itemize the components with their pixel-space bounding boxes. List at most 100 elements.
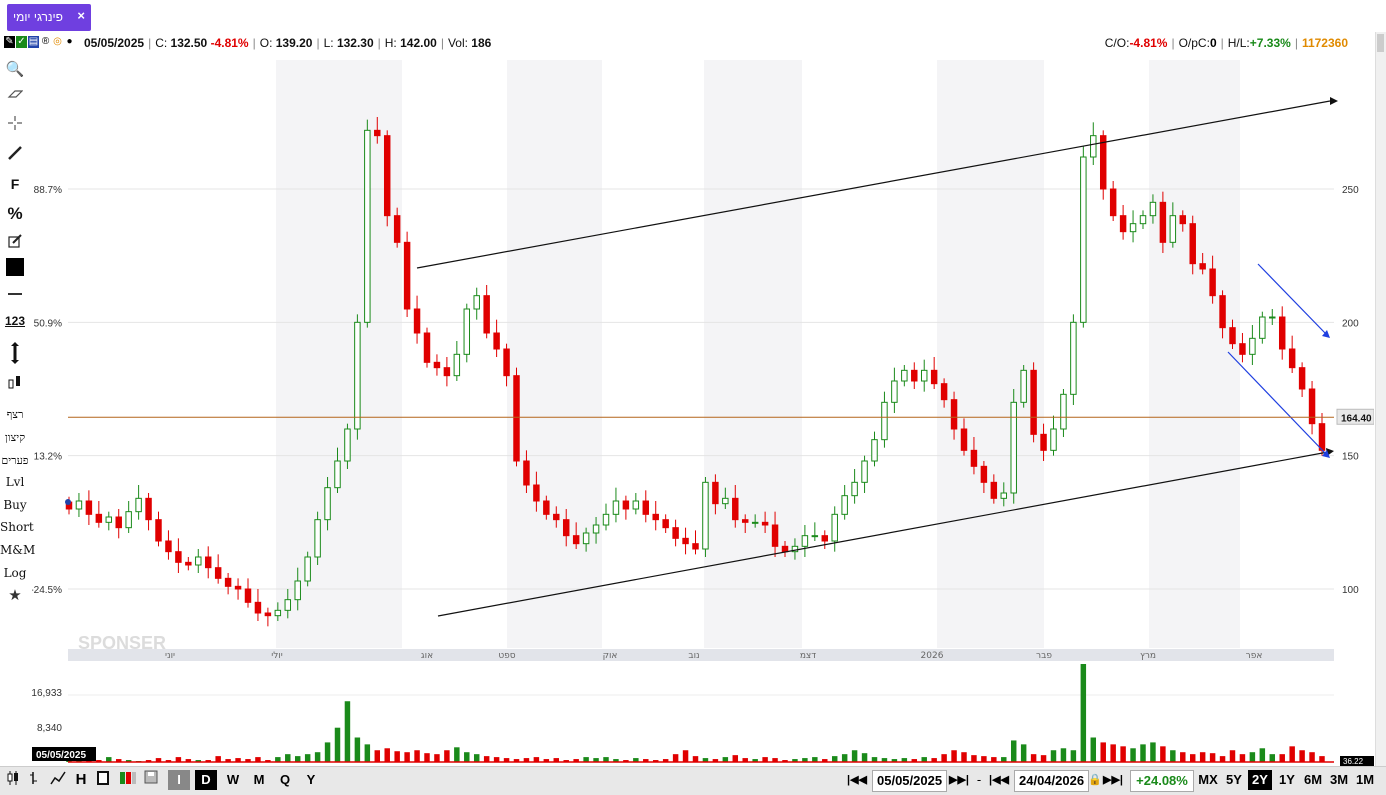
prev-page-icon[interactable]: |◀◀ — [986, 770, 1012, 790]
candle-body — [553, 513, 560, 521]
candle-type-icon[interactable] — [4, 770, 22, 790]
interval-monthly[interactable]: M — [248, 770, 270, 790]
line-type-icon[interactable] — [48, 770, 68, 790]
next-page-icon[interactable]: ▶▶| — [946, 770, 972, 790]
hollow-type-icon[interactable] — [94, 770, 112, 790]
chart-tab[interactable]: פינרגי יומי × — [7, 4, 91, 31]
bottom-bar: H I D W M Q Y |◀◀ 05/05/2025 ▶▶| - |◀◀ 2… — [0, 766, 1386, 795]
candle-body — [165, 540, 172, 553]
color-swatch[interactable] — [0, 258, 30, 276]
doc-icon[interactable]: ▤ — [28, 36, 39, 48]
interval-daily[interactable]: D — [195, 770, 217, 790]
vertical-scrollbar[interactable] — [1375, 32, 1386, 766]
volume-bar — [404, 752, 410, 762]
price-chart[interactable]: 88.7% 50.9% 13.2% -24.5% 250 200 150 100 יוני יול… — [32, 56, 1374, 768]
mm-button[interactable]: M&M — [0, 543, 35, 557]
gaps-button[interactable]: פערים — [0, 454, 30, 467]
candle-body — [891, 380, 898, 403]
range-1y[interactable]: 1Y — [1275, 770, 1299, 790]
chart-area[interactable]: 88.7% 50.9% 13.2% -24.5% 250 200 150 100 יוני יול… — [32, 56, 1386, 768]
hlc-type-icon[interactable]: H — [72, 770, 90, 790]
measure-tool[interactable]: 123 — [0, 314, 30, 328]
first-page-icon[interactable]: |◀◀ — [844, 770, 870, 790]
candle-body — [871, 439, 878, 462]
range-2y[interactable]: 2Y — [1248, 770, 1272, 790]
comment-icon[interactable]: ● — [64, 36, 75, 48]
vol-value: 186 — [471, 36, 492, 50]
candle-body — [692, 543, 699, 550]
candle-body — [1020, 369, 1027, 403]
eraser-icon[interactable] — [0, 88, 30, 102]
candle-body — [1259, 316, 1266, 339]
edit-icon[interactable] — [0, 234, 30, 251]
vol-axis-label: 8,340 — [37, 723, 62, 734]
line-tool-icon[interactable] — [0, 146, 30, 163]
interval-intraday[interactable]: I — [168, 770, 190, 790]
volume-bar — [1249, 752, 1256, 762]
interval-yearly[interactable]: Y — [300, 770, 322, 790]
crosshair-icon[interactable] — [0, 116, 30, 133]
star-icon[interactable]: ★ — [0, 586, 30, 604]
candle-body — [543, 500, 550, 515]
month-band-0 — [276, 60, 402, 648]
horizontal-line-icon[interactable] — [0, 288, 30, 302]
interval-weekly[interactable]: W — [222, 770, 244, 790]
pen-icon[interactable]: ✎ — [4, 36, 15, 48]
fibonacci-tool[interactable]: F — [0, 176, 30, 192]
volume-bar — [1269, 754, 1276, 762]
range-3m[interactable]: 3M — [1327, 770, 1351, 790]
extreme-button[interactable]: קיצון — [0, 431, 30, 444]
range-5y[interactable]: 5Y — [1222, 770, 1246, 790]
info-bar: ✎ ✓ ▤ ® ◎ ● 05/05/2025 | C: 132.50 -4.81% |… — [0, 32, 1386, 54]
range-6m[interactable]: 6M — [1301, 770, 1325, 790]
candle-body — [950, 399, 958, 430]
search-icon[interactable]: 🔍 — [0, 60, 30, 78]
date-to-field[interactable]: 24/04/2026 — [1014, 770, 1090, 792]
chart-green-icon[interactable]: ✓ — [16, 36, 27, 48]
interval-quarterly[interactable]: Q — [274, 770, 296, 790]
candle-body — [1179, 215, 1187, 225]
save-icon[interactable] — [142, 770, 160, 790]
color-candles-icon[interactable] — [118, 770, 138, 790]
sequence-button[interactable]: רצף — [0, 408, 30, 421]
candles-icon[interactable] — [0, 374, 30, 393]
month-band-3 — [937, 60, 1044, 648]
candle-body — [672, 527, 679, 539]
candle-body — [374, 129, 381, 137]
last-page-icon[interactable]: ▶▶| — [1100, 770, 1126, 790]
bar-type-icon[interactable] — [26, 770, 44, 790]
volume-bar — [414, 750, 420, 762]
close-icon[interactable]: × — [77, 8, 85, 23]
log-button[interactable]: Log — [0, 566, 30, 580]
candle-body — [274, 609, 282, 617]
buy-button[interactable]: Buy — [0, 498, 30, 512]
range-1m[interactable]: 1M — [1353, 770, 1377, 790]
date-from-field[interactable]: 05/05/2025 — [872, 770, 948, 792]
candle-body — [642, 500, 650, 515]
volume-bar — [861, 753, 868, 762]
month-label: אוק — [603, 651, 618, 661]
candle-body — [393, 215, 401, 243]
registered-icon[interactable]: ® — [40, 36, 51, 48]
volume-bar — [384, 748, 390, 762]
volume-bar — [285, 754, 291, 762]
scrollbar-thumb[interactable] — [1377, 34, 1384, 52]
lvl-button[interactable]: Lvl — [0, 475, 30, 489]
vertical-arrow-icon[interactable] — [0, 342, 30, 367]
volume-bar — [215, 756, 221, 762]
lock-icon[interactable]: 🔒 — [1088, 770, 1102, 790]
circle-icon[interactable]: ◎ — [52, 36, 63, 48]
candle-body — [612, 500, 620, 515]
volume-bar — [1040, 755, 1047, 762]
percent-tool[interactable]: % — [0, 204, 30, 224]
candle-body — [732, 497, 739, 521]
month-band-1 — [507, 60, 602, 648]
short-button[interactable]: Short — [0, 520, 34, 534]
candle-body — [980, 465, 988, 483]
volume-bar — [1209, 753, 1216, 762]
volume-bar — [434, 754, 440, 762]
range-mx[interactable]: MX — [1196, 770, 1220, 790]
volume-bar — [483, 756, 490, 762]
candle-body — [195, 556, 202, 566]
candle-body — [1050, 428, 1057, 451]
